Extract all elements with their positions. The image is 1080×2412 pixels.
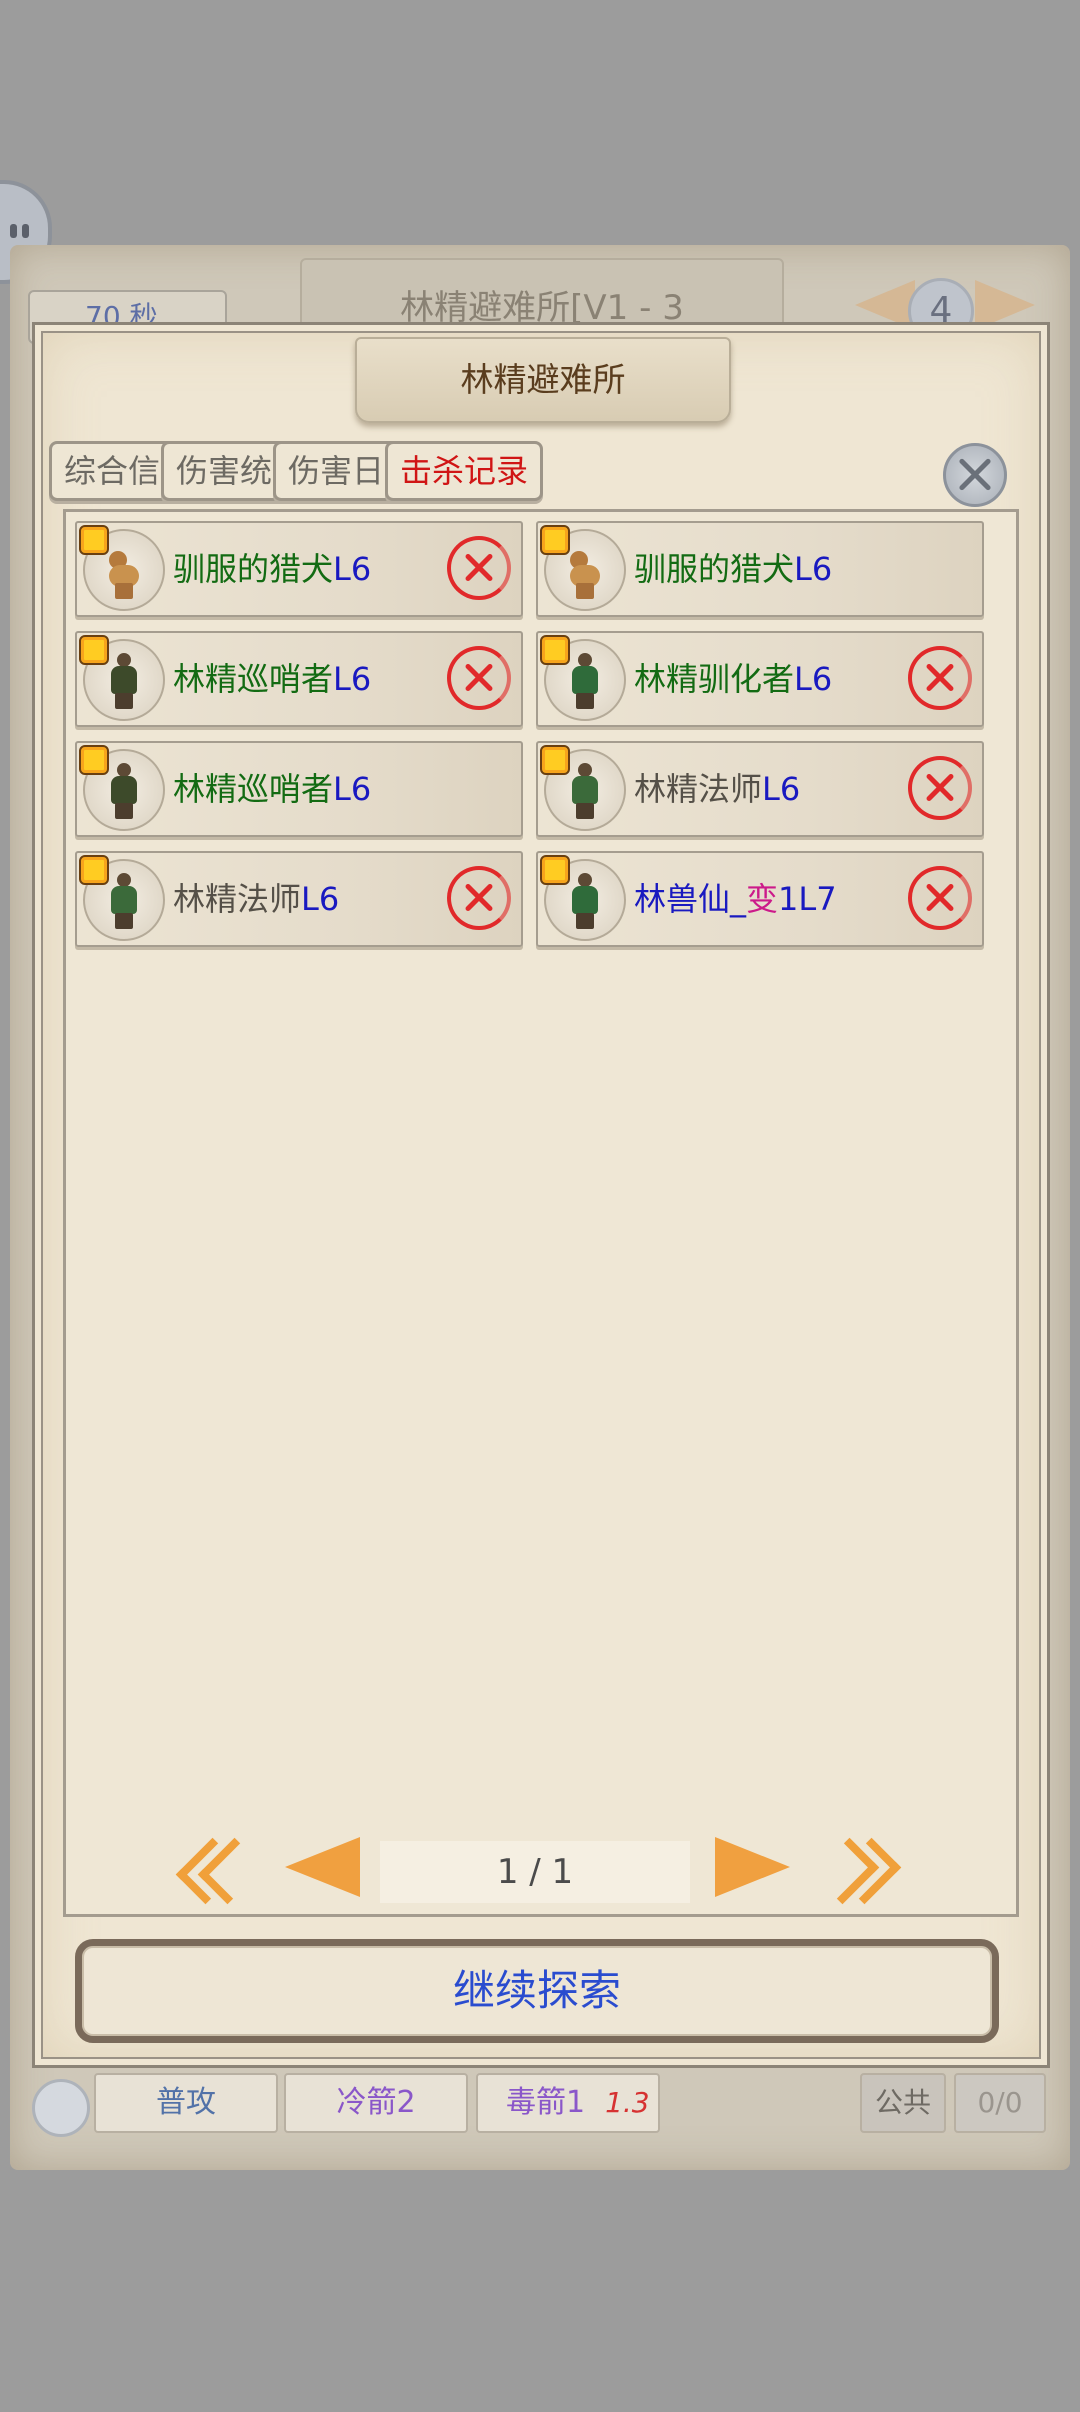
loot-gem-icon [79,745,109,775]
skill-poison-arrow[interactable]: 毒箭1 1.3 [476,2073,660,2133]
kill-record-item[interactable]: 驯服的猎犬L6 [75,521,523,617]
count-indicator: 0/0 [954,2073,1046,2133]
loot-gem-icon [540,745,570,775]
enemy-level: L6 [333,660,372,698]
enemy-level: L6 [301,880,340,918]
skill-cooldown: 1.3 [605,2086,650,2119]
loot-gem-icon [540,855,570,885]
kill-record-dialog: 林精避难所 综合信息 伤害统计 伤害日志 击杀记录 驯服的猎犬L6 驯服的猎犬L… [32,322,1050,2068]
skill-bar: 普攻 冷箭2 毒箭1 1.3 公共 0/0 [0,2065,1080,2155]
skill-cold-arrow[interactable]: 冷箭2 [284,2073,468,2133]
enemy-level: L6 [794,550,833,588]
kill-record-item[interactable]: 林精法师L6 [536,741,984,837]
kill-record-item[interactable]: 林兽仙_变1L7 [536,851,984,947]
enemy-name: 林精巡哨者 [173,660,334,698]
failed-mark-icon [908,866,972,930]
kill-record-item[interactable]: 林精法师L6 [75,851,523,947]
enemy-level: L6 [794,660,833,698]
failed-mark-icon [447,646,511,710]
enemy-name: 林精法师 [173,880,302,918]
kill-record-item[interactable]: 林精驯化者L6 [536,631,984,727]
enemy-name: 驯服的猎犬 [173,550,334,588]
enemy-name: 林精巡哨者 [173,770,334,808]
kill-record-item[interactable]: 林精巡哨者L6 [75,741,523,837]
enemy-name: 林精法师 [634,770,763,808]
enemy-name: 林兽仙_ [634,880,747,918]
failed-mark-icon [908,756,972,820]
enemy-level: 1L7 [778,880,837,918]
kill-record-item[interactable]: 林精巡哨者L6 [75,631,523,727]
kill-record-item[interactable]: 驯服的猎犬L6 [536,521,984,617]
loot-gem-icon [79,855,109,885]
kill-record-list: 驯服的猎犬L6 驯服的猎犬L6 林精巡哨者L6 林精驯化者L6 林精巡哨者L6 [63,509,1019,1917]
loot-gem-icon [79,635,109,665]
next-page-button[interactable] [715,1837,790,1897]
loot-gem-icon [540,635,570,665]
enemy-level: L6 [762,770,801,808]
enemy-name: 驯服的猎犬 [634,550,795,588]
dialog-title: 林精避难所 [355,337,731,423]
failed-mark-icon [447,536,511,600]
enemy-name: 林精驯化者 [634,660,795,698]
continue-explore-button[interactable]: 继续探索 [75,1939,999,2043]
enemy-variant-tag: 变 [746,880,779,918]
failed-mark-icon [447,866,511,930]
loot-gem-icon [79,525,109,555]
enemy-level: L6 [333,770,372,808]
auto-battle-orb-icon[interactable] [32,2079,90,2137]
public-channel-button[interactable]: 公共 [860,2073,946,2133]
skill-basic-attack[interactable]: 普攻 [94,2073,278,2133]
page-indicator: 1 / 1 [380,1841,690,1903]
failed-mark-icon [908,646,972,710]
prev-page-button[interactable] [285,1837,360,1897]
loot-gem-icon [540,525,570,555]
skill-poison-arrow-label: 毒箭1 [506,2085,586,2120]
close-dialog-button[interactable] [943,443,1007,507]
enemy-level: L6 [333,550,372,588]
tab-kill-record[interactable]: 击杀记录 [385,441,544,501]
